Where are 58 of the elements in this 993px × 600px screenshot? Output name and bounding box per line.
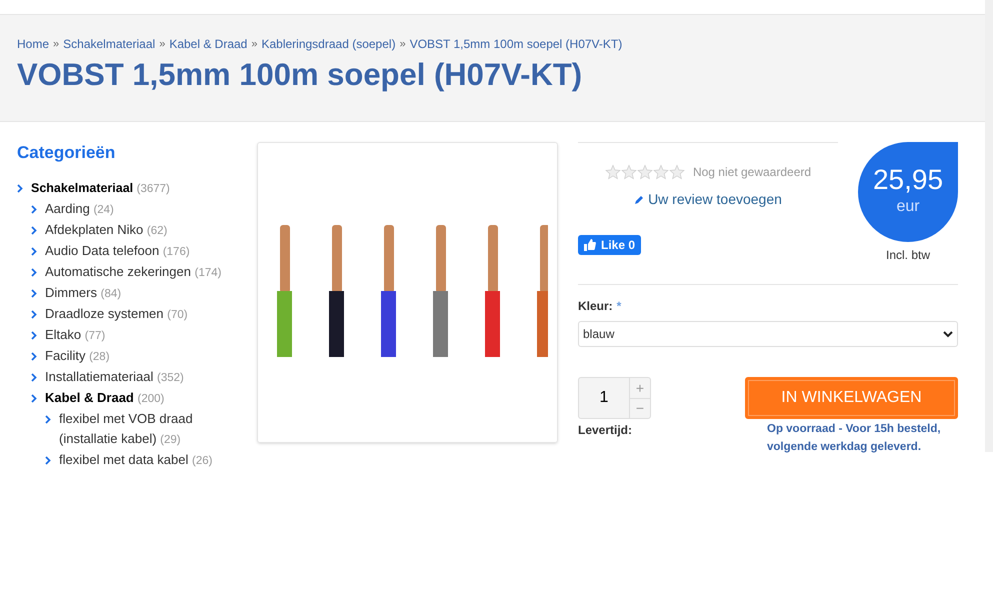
review-link[interactable]: Uw review toevoegen [578,189,838,210]
breadcrumb-link[interactable]: Kableringsdraad (soepel) [261,35,396,53]
breadcrumb-separator: » [400,36,406,52]
category-link[interactable]: Automatische zekeringen (174) [45,262,222,282]
category-link[interactable]: Facility (28) [45,346,110,366]
chevron-icon [31,372,37,382]
thumbs-up-icon [584,239,596,251]
category-link[interactable]: Installatiemateriaal (352) [45,366,184,388]
star-icon [652,164,669,180]
breadcrumb-link[interactable]: Kabel & Draad [169,35,248,53]
rating-text: Nog niet gewaardeerd [692,164,812,181]
chevron-icon [31,288,37,298]
star-icon [620,164,637,180]
chevron-icon [31,226,37,234]
star-icon [636,164,653,180]
category-link[interactable]: Dimmers (84) [45,282,122,304]
breadcrumb-separator: » [159,36,166,52]
category-link[interactable]: Schakelmateriaal (3677) [31,178,170,198]
chevron-icon [31,246,37,256]
breadcrumb-link[interactable]: VOBST 1,5mm 100m soepel (H07V-KT) [410,35,622,53]
color-select[interactable]: blauw [578,321,958,347]
scrollbar[interactable] [985,0,993,452]
delivery-label: Levertijd: [578,422,634,439]
page-title: VOBST 1,5mm 100m soepel (H07V-KT) [17,56,584,94]
category-link[interactable]: Afdekplaten Niko (62) [45,220,168,240]
chevron-icon [31,352,37,360]
chevron-down-icon [943,330,953,338]
price-amount: 25,95 [872,165,944,195]
category-link[interactable]: Audio Data telefoon (176) [45,240,190,262]
price-currency: eur [896,197,920,217]
delivery-text: Op voorraad - Voor 15h besteld, volgende werkdag geleverd. [766,422,942,455]
chevron-icon [45,414,51,424]
required-mark: * [616,298,622,315]
breadcrumb-separator: » [53,36,60,52]
category-link[interactable]: flexibel met data kabel (26) [59,450,212,470]
star-icon [604,164,621,180]
category-link[interactable]: flexibel met VOB draad (installatie kabel) (29) [59,408,240,450]
chevron-icon [31,204,37,214]
category-link[interactable]: Draadloze systemen (70) [45,304,188,324]
chevron-icon [45,456,51,464]
breadcrumb-separator: » [251,36,258,52]
category-link[interactable]: Aarding (24) [45,198,114,220]
category-link[interactable]: Eltako (77) [45,324,106,346]
sidebar-heading: Categorieën [17,142,116,164]
chevron-icon [31,394,37,402]
category-link[interactable]: Kabel & Draad (200) [45,388,164,408]
chevron-icon [17,184,23,192]
like-button[interactable]: Like 0 [578,235,642,255]
price-note: Incl. btw [886,247,930,264]
chevron-icon [31,268,37,276]
breadcrumb-link[interactable]: Schakelmateriaal [63,35,156,53]
pencil-icon [634,194,644,204]
chevron-icon [31,310,37,318]
field-label: Kleur: [578,298,613,315]
breadcrumb-link[interactable]: Home [17,35,50,53]
quantity-field[interactable]: 1 [579,378,629,418]
star-icon [668,164,685,180]
chevron-icon [31,330,37,340]
